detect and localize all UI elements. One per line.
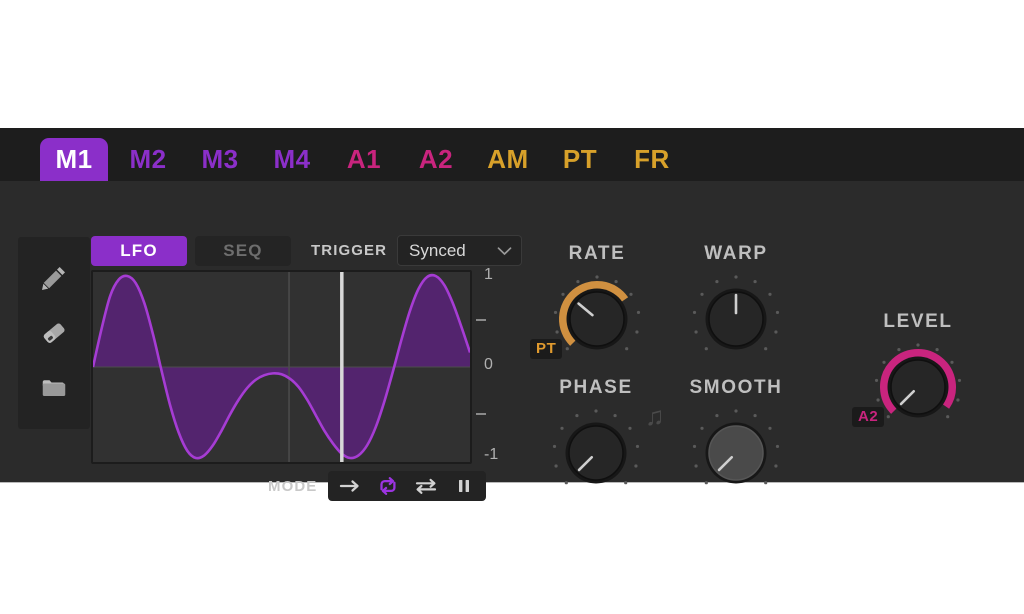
rate-knob[interactable] — [549, 271, 645, 367]
plugin-body: LFO SEQ TRIGGER Synced 1 0 -1 MODE ♫ RAT… — [0, 181, 1024, 501]
rate-knob-badge[interactable]: PT — [530, 339, 563, 360]
eraser-icon — [39, 318, 69, 348]
seq-mode-button[interactable]: SEQ — [195, 235, 291, 266]
tab-a1[interactable]: A1 — [328, 138, 400, 181]
phase-knob-graphic — [552, 409, 640, 485]
mode-button-group — [328, 471, 487, 501]
mode-label: MODE — [268, 477, 318, 495]
plugin-panel: M1 M2 M3 M4 A1 A2 AM PT FR LFO SEQ TRIGG… — [0, 128, 1024, 501]
arrow-right-icon — [339, 477, 361, 495]
mode-forward-button[interactable] — [332, 473, 368, 499]
trigger-value: Synced — [409, 240, 466, 260]
editor-toolrail — [18, 237, 90, 429]
trigger-select[interactable]: Synced — [397, 235, 523, 266]
chevron-down-icon — [497, 244, 512, 258]
eraser-tool-button[interactable] — [34, 313, 74, 353]
smooth-knob-graphic — [692, 409, 780, 485]
seq-label: SEQ — [223, 240, 263, 260]
axis-label-top: 1 — [484, 266, 493, 283]
tab-a2-label: A2 — [418, 144, 454, 174]
tab-am-label: AM — [487, 144, 529, 174]
mode-pingpong-button[interactable] — [408, 473, 444, 499]
lfo-waveform-display[interactable] — [91, 270, 472, 464]
waveform-plot — [93, 272, 470, 462]
rate-knob-unit: RATE PT — [530, 243, 645, 367]
tab-m2[interactable]: M2 — [112, 138, 184, 181]
playback-mode-row: MODE — [268, 471, 487, 501]
axis-tick-half-negative — [476, 413, 486, 415]
pencil-icon — [39, 263, 69, 293]
music-note-icon[interactable]: ♫ — [645, 403, 665, 429]
level-knob-graphic — [874, 343, 962, 419]
tab-pt[interactable]: PT — [544, 138, 616, 181]
waveform-canvas[interactable] — [91, 270, 472, 464]
tab-fr-label: FR — [634, 144, 670, 174]
phase-knob[interactable] — [548, 405, 644, 501]
mode-loop-button[interactable] — [370, 473, 406, 499]
plugin-window: M1 M2 M3 M4 A1 A2 AM PT FR LFO SEQ TRIGG… — [0, 0, 1024, 614]
level-knob-badge[interactable]: A2 — [852, 407, 885, 428]
lfo-mode-button[interactable]: LFO — [91, 235, 187, 266]
pencil-tool-button[interactable] — [34, 258, 74, 298]
level-knob-unit: LEVEL A2 — [852, 311, 966, 435]
smooth-knob-unit: SMOOTH — [688, 377, 784, 501]
smooth-knob-label: SMOOTH — [689, 377, 783, 398]
lfo-label: LFO — [120, 240, 158, 260]
tab-m4[interactable]: M4 — [256, 138, 328, 181]
loop-repeat-icon — [376, 476, 400, 496]
tab-m2-label: M2 — [129, 144, 167, 174]
tab-m3[interactable]: M3 — [184, 138, 256, 181]
tab-pt-label: PT — [562, 144, 598, 174]
lfo-seq-controls: LFO SEQ TRIGGER Synced — [91, 235, 523, 266]
rate-knob-graphic — [553, 275, 641, 351]
pause-icon — [455, 477, 473, 495]
two-way-arrows-icon — [414, 477, 438, 495]
module-tabbar: M1 M2 M3 M4 A1 A2 AM PT FR — [0, 128, 1024, 181]
tab-a2[interactable]: A2 — [400, 138, 472, 181]
warp-knob-unit: WARP — [688, 243, 784, 367]
phase-knob-label: PHASE — [559, 377, 633, 398]
warp-knob-label: WARP — [704, 243, 768, 264]
axis-tick-half-positive — [476, 319, 486, 321]
level-knob[interactable] — [870, 339, 966, 435]
waveform-y-axis: 1 0 -1 — [476, 266, 506, 464]
level-knob-label: LEVEL — [883, 311, 953, 332]
tab-am[interactable]: AM — [472, 138, 544, 181]
tab-fr[interactable]: FR — [616, 138, 688, 181]
warp-knob[interactable] — [688, 271, 784, 367]
folder-tool-button[interactable] — [34, 368, 74, 408]
folder-icon — [39, 373, 69, 403]
tab-a1-label: A1 — [346, 144, 382, 174]
tab-m4-label: M4 — [273, 144, 311, 174]
rate-knob-label: RATE — [568, 243, 626, 264]
axis-label-bottom: -1 — [484, 446, 499, 463]
axis-label-mid: 0 — [484, 356, 493, 373]
phase-knob-unit: PHASE — [548, 377, 644, 501]
trigger-label: TRIGGER — [311, 242, 388, 259]
mode-pause-button[interactable] — [446, 473, 482, 499]
warp-knob-graphic — [692, 275, 780, 351]
tab-m1[interactable]: M1 — [40, 138, 108, 181]
tab-m3-label: M3 — [201, 144, 239, 174]
tab-m1-label: M1 — [55, 144, 93, 174]
smooth-knob[interactable] — [688, 405, 784, 501]
